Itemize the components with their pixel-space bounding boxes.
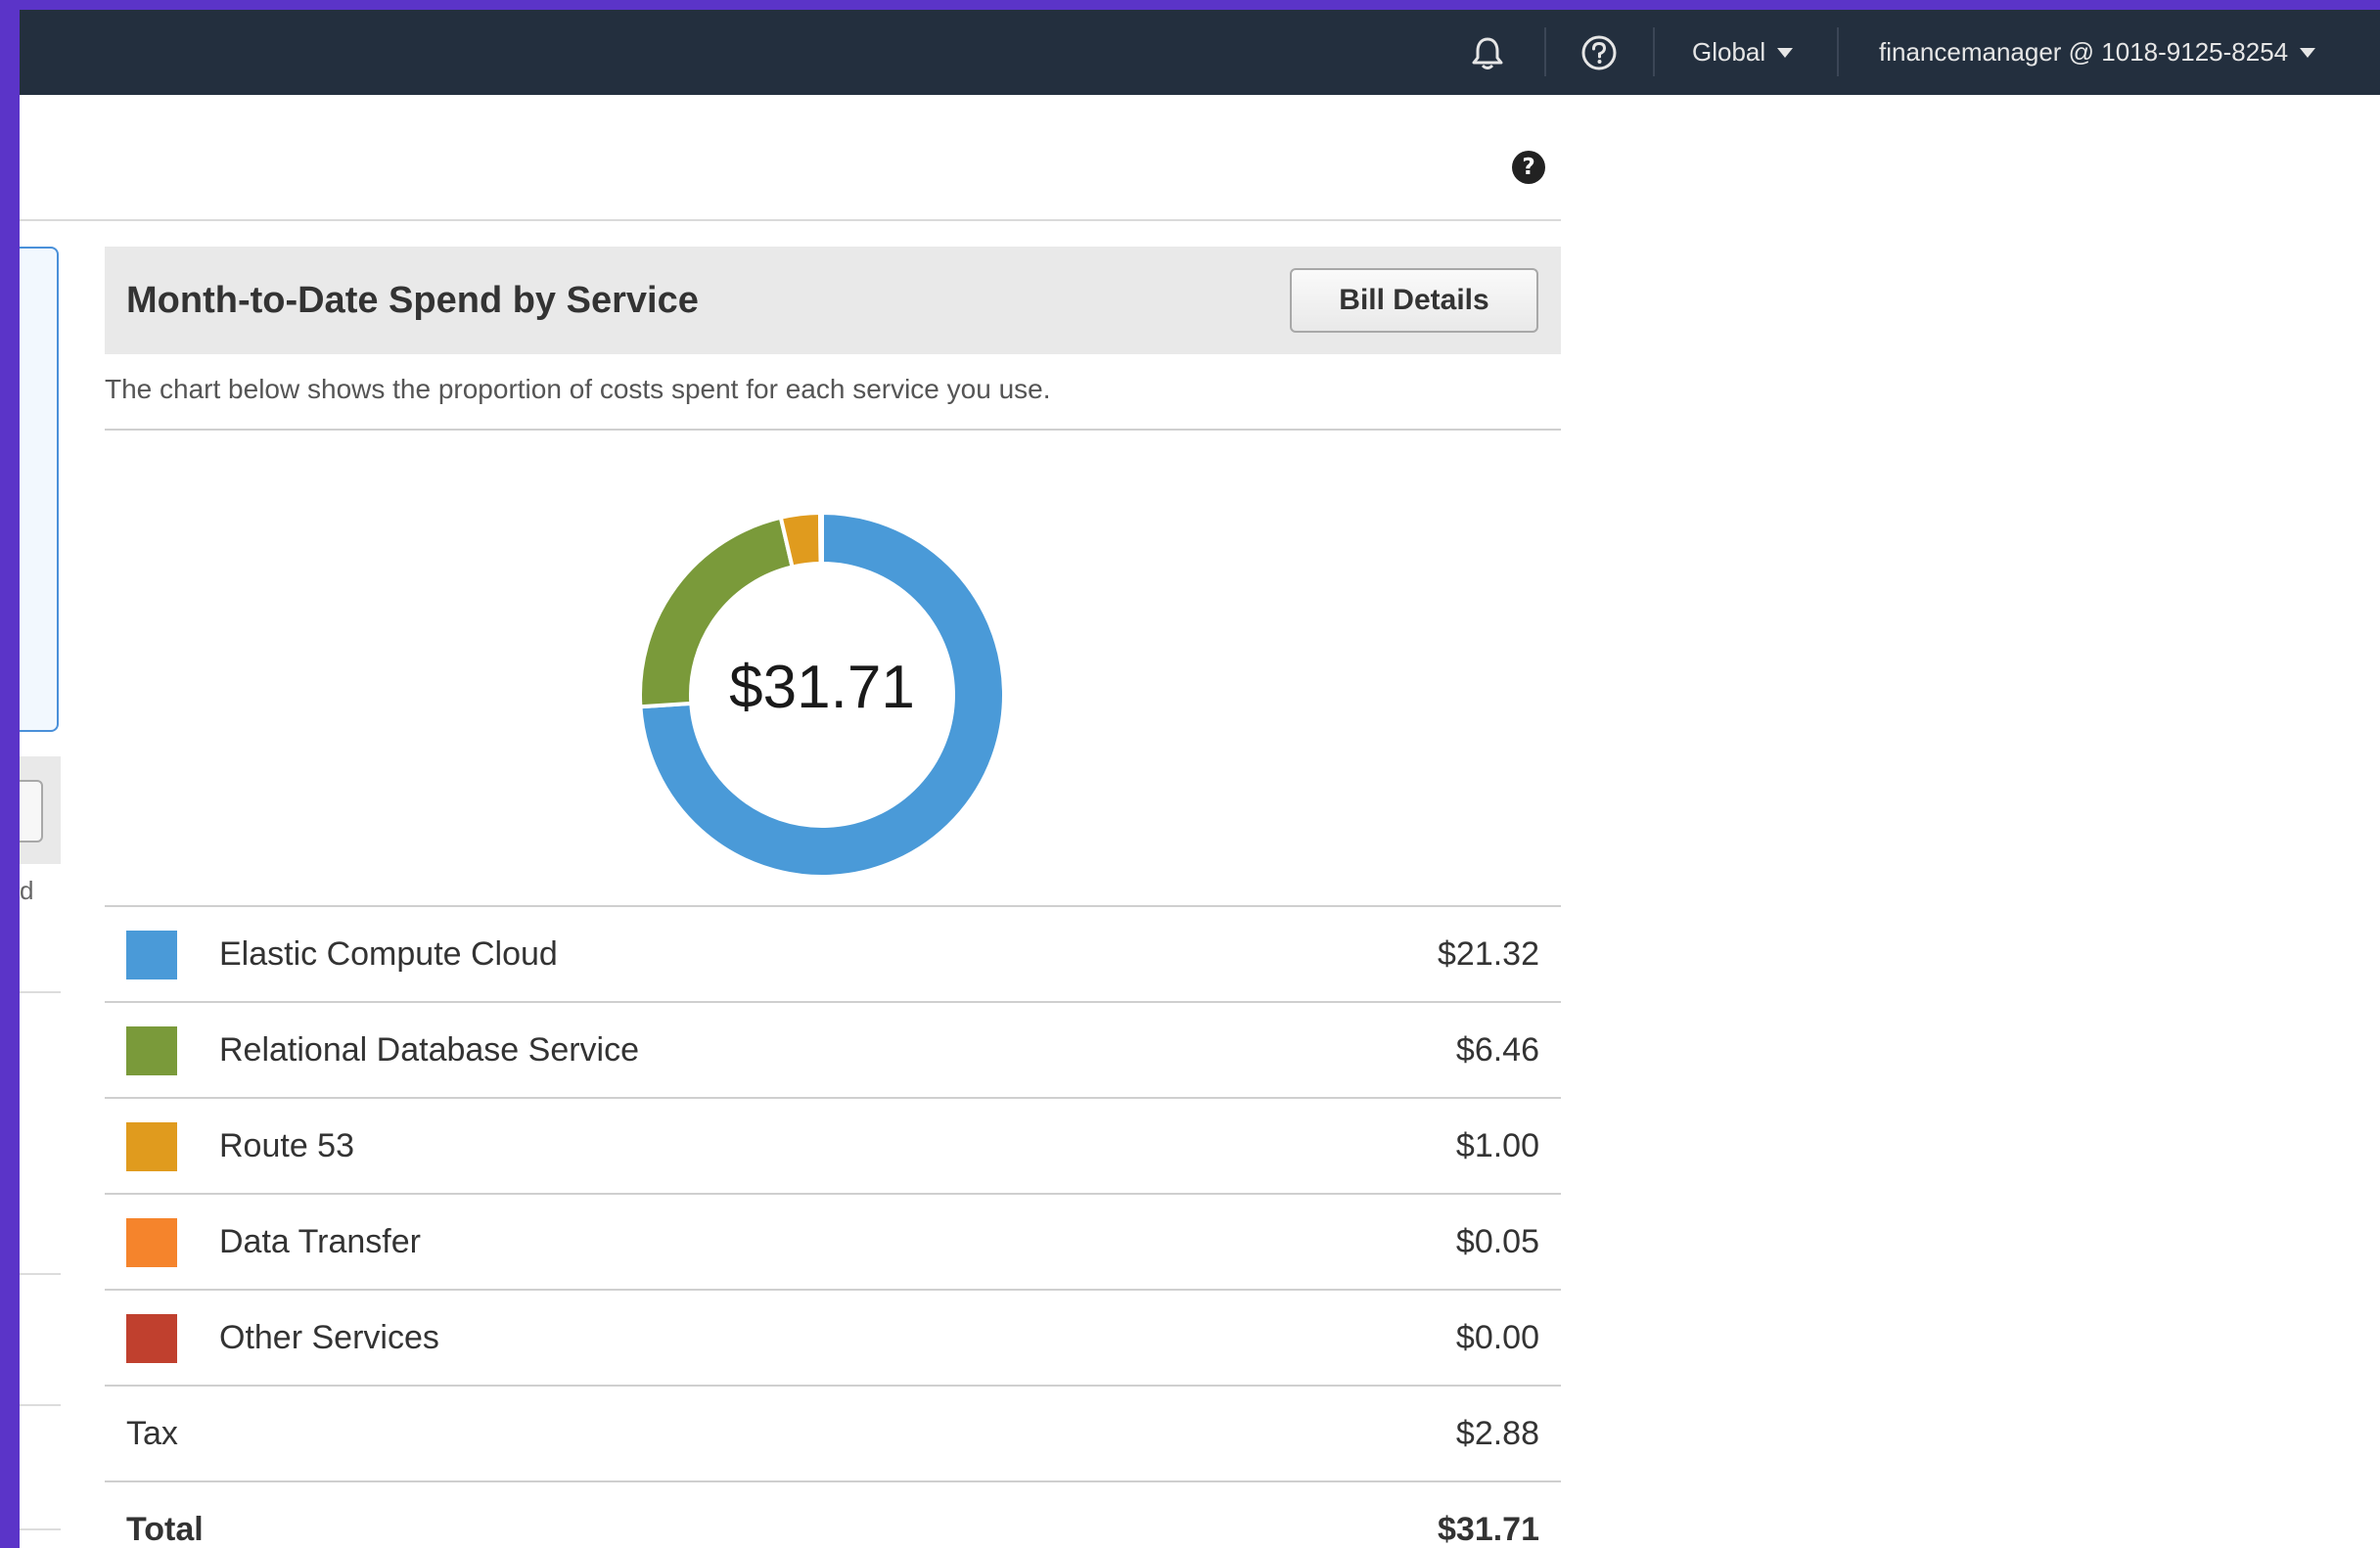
panel-text-fragment: d — [20, 876, 34, 905]
divider — [20, 1404, 61, 1406]
tax-row: Tax $2.88 — [105, 1385, 1561, 1480]
service-amount: $21.32 — [1438, 934, 1539, 973]
divider — [20, 1528, 61, 1530]
console-window: Global financemanager @ 1018-9125-8254 d… — [20, 10, 2380, 1548]
divider — [20, 991, 61, 993]
legend-swatch — [126, 1314, 177, 1363]
tax-amount: $2.88 — [1455, 1414, 1539, 1452]
panel-button[interactable] — [20, 780, 43, 842]
account-label: financemanager @ 1018-9125-8254 — [1879, 37, 2289, 67]
service-name: Route 53 — [219, 1126, 354, 1164]
region-selector[interactable]: Global — [1692, 10, 1794, 95]
service-row: Route 53 $1.00 — [105, 1097, 1561, 1193]
question-circle-icon[interactable]: ? — [1512, 151, 1545, 184]
donut-center-total: $31.71 — [729, 654, 915, 721]
legend-swatch — [126, 931, 177, 979]
panel-header — [20, 756, 61, 864]
service-row: Relational Database Service $6.46 — [105, 1001, 1561, 1097]
service-row: Other Services $0.00 — [105, 1289, 1561, 1385]
total-row: Total $31.71 — [105, 1480, 1561, 1548]
widget-header: Month-to-Date Spend by Service Bill Deta… — [105, 247, 1561, 354]
total-label: Total — [126, 1510, 204, 1548]
bill-details-button[interactable]: Bill Details — [1290, 268, 1538, 333]
widget-title: Month-to-Date Spend by Service — [126, 279, 699, 321]
spend-donut-chart: $31.71 — [638, 510, 1006, 879]
header-divider — [20, 219, 1561, 221]
total-amount: $31.71 — [1438, 1510, 1539, 1548]
service-name: Other Services — [219, 1318, 439, 1356]
legend-swatch — [126, 1122, 177, 1171]
help-circle-icon[interactable] — [1579, 10, 1619, 95]
nav-divider — [1837, 27, 1839, 76]
service-name: Elastic Compute Cloud — [219, 934, 558, 973]
legend-swatch — [126, 1026, 177, 1075]
legend-swatch — [126, 1218, 177, 1267]
account-menu[interactable]: financemanager @ 1018-9125-8254 — [1879, 10, 2316, 95]
widget-description: The chart below shows the proportion of … — [105, 374, 1051, 404]
service-name: Data Transfer — [219, 1222, 421, 1260]
service-row: Data Transfer $0.05 — [105, 1193, 1561, 1289]
chevron-down-icon — [2300, 47, 2316, 58]
top-navigation-bar: Global financemanager @ 1018-9125-8254 — [20, 10, 2380, 95]
service-row: Elastic Compute Cloud $21.32 — [105, 905, 1561, 1001]
service-amount: $1.00 — [1455, 1126, 1539, 1164]
divider — [20, 1273, 61, 1275]
info-card — [20, 247, 59, 732]
service-amount: $6.46 — [1455, 1030, 1539, 1069]
chevron-down-icon — [1777, 47, 1794, 58]
region-label: Global — [1692, 37, 1766, 67]
tax-label: Tax — [126, 1414, 178, 1452]
donut-slice-data-transfer[interactable] — [817, 510, 824, 567]
description-divider — [105, 429, 1561, 431]
nav-divider — [1653, 27, 1655, 76]
service-amount: $0.00 — [1455, 1318, 1539, 1356]
nav-divider — [1544, 27, 1546, 76]
service-name: Relational Database Service — [219, 1030, 640, 1069]
service-amount: $0.05 — [1455, 1222, 1539, 1260]
bell-icon[interactable] — [1468, 10, 1507, 95]
left-panel: d — [20, 95, 61, 1548]
